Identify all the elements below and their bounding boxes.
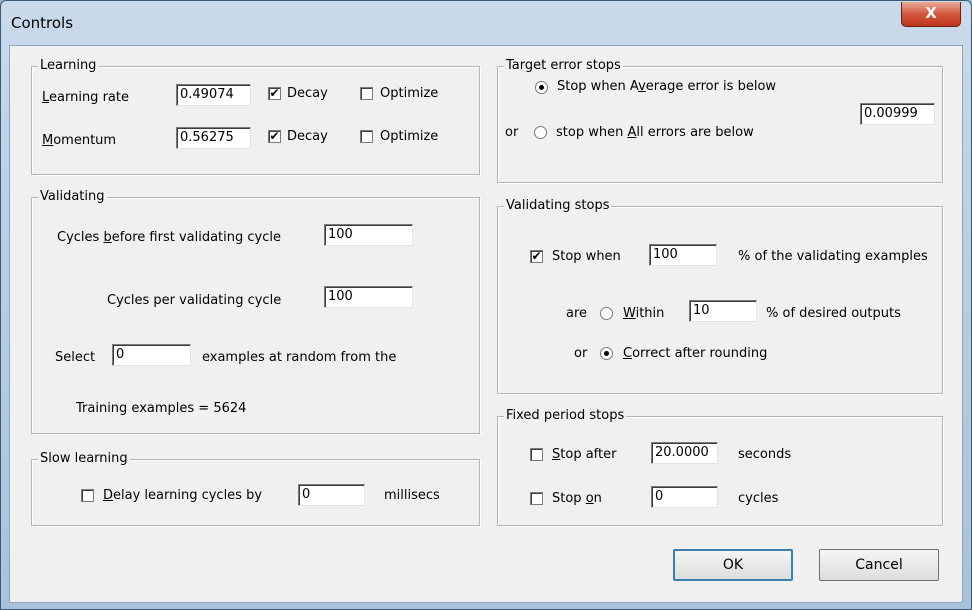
cycles-per-validating-input[interactable]: 100 — [324, 286, 413, 308]
cycles-before-first-input[interactable]: 100 — [324, 224, 413, 246]
millisecs-label: millisecs — [384, 488, 440, 503]
learning-group: Learning Learning rate 0.49074 ✔ Decay O… — [31, 58, 480, 175]
cancel-button[interactable]: Cancel — [819, 549, 939, 581]
stop-after-checkbox[interactable] — [530, 448, 543, 461]
cycles-per-validating-label: Cycles per validating cycle — [107, 293, 282, 308]
stop-on-checkbox[interactable] — [530, 492, 543, 505]
learning-rate-decay-checkbox[interactable]: ✔ — [268, 87, 281, 100]
validating-stops-legend: Validating stops — [504, 198, 612, 214]
dialog-client-area: Learning Learning rate 0.49074 ✔ Decay O… — [9, 45, 963, 603]
within-label: Within — [623, 306, 665, 321]
momentum-optimize-label: Optimize — [380, 129, 439, 144]
seconds-label: seconds — [738, 447, 792, 462]
or-label: or — [505, 125, 519, 140]
learning-rate-optimize-checkbox[interactable] — [360, 87, 373, 100]
close-button[interactable]: X — [901, 2, 961, 27]
validating-group: Validating Cycles before first validatin… — [31, 189, 480, 434]
cycles-label: cycles — [738, 491, 779, 506]
momentum-decay-label: Decay — [287, 129, 328, 144]
learning-rate-label: Learning rate — [42, 90, 129, 105]
delay-learning-checkbox[interactable] — [81, 489, 94, 502]
learning-rate-input[interactable]: 0.49074 — [176, 84, 251, 106]
stop-after-label: Stop after — [552, 447, 617, 462]
fixed-period-legend: Fixed period stops — [504, 408, 627, 424]
stop-on-cycles-input[interactable]: 0 — [651, 486, 718, 508]
validating-stops-group: Validating stops ✔ Stop when 100 % of th… — [497, 198, 943, 394]
momentum-optimize-checkbox[interactable] — [360, 130, 373, 143]
training-examples-label: Training examples = 5624 — [76, 401, 247, 416]
stop-after-seconds-input[interactable]: 20.0000 — [651, 442, 718, 464]
momentum-label: Momentum — [42, 133, 117, 148]
correct-after-rounding-label: Correct after rounding — [623, 346, 768, 361]
cycles-before-first-label: Cycles before first validating cycle — [57, 230, 281, 245]
window-title: Controls — [11, 14, 74, 32]
controls-dialog: Controls X Learning Learning rate 0.4907… — [0, 0, 972, 610]
target-error-input[interactable]: 0.00999 — [860, 103, 935, 125]
fixed-period-stops-group: Fixed period stops Stop after 20.0000 se… — [497, 408, 943, 526]
slow-learning-legend: Slow learning — [38, 451, 130, 467]
or-correct-label: or — [574, 346, 588, 361]
all-errors-label: stop when All errors are below — [556, 125, 754, 140]
stop-when-checkbox[interactable]: ✔ — [530, 250, 543, 263]
select-examples-label: examples at random from the — [202, 350, 397, 365]
ok-button[interactable]: OK — [673, 549, 793, 581]
average-error-radio[interactable] — [535, 81, 548, 94]
select-examples-input[interactable]: 0 — [112, 344, 191, 366]
stop-on-label: Stop on — [552, 491, 602, 506]
target-error-stops-group: Target error stops Stop when Average err… — [497, 58, 943, 183]
validating-legend: Validating — [38, 189, 107, 205]
learning-rate-decay-label: Decay — [287, 86, 328, 101]
delay-millisecs-input[interactable]: 0 — [298, 484, 365, 506]
stop-when-percent-input[interactable]: 100 — [649, 244, 717, 266]
momentum-input[interactable]: 0.56275 — [176, 127, 251, 149]
all-errors-radio[interactable] — [534, 126, 547, 139]
select-label: Select — [55, 350, 96, 365]
within-percent-input[interactable]: 10 — [689, 300, 757, 322]
desired-outputs-label: % of desired outputs — [766, 306, 901, 321]
delay-learning-label: Delay learning cycles by — [103, 488, 263, 503]
stop-when-label: Stop when — [552, 249, 621, 264]
learning-legend: Learning — [38, 58, 99, 74]
target-error-legend: Target error stops — [504, 58, 623, 74]
within-radio[interactable] — [600, 307, 613, 320]
slow-learning-group: Slow learning Delay learning cycles by 0… — [31, 451, 480, 526]
close-icon: X — [925, 4, 937, 22]
learning-rate-optimize-label: Optimize — [380, 86, 439, 101]
correct-after-rounding-radio[interactable] — [600, 347, 613, 360]
momentum-decay-checkbox[interactable]: ✔ — [268, 130, 281, 143]
average-error-label: Stop when Average error is below — [557, 79, 777, 94]
title-bar[interactable]: Controls X — [1, 1, 971, 45]
validating-examples-label: % of the validating examples — [738, 249, 928, 264]
are-label: are — [566, 306, 588, 321]
